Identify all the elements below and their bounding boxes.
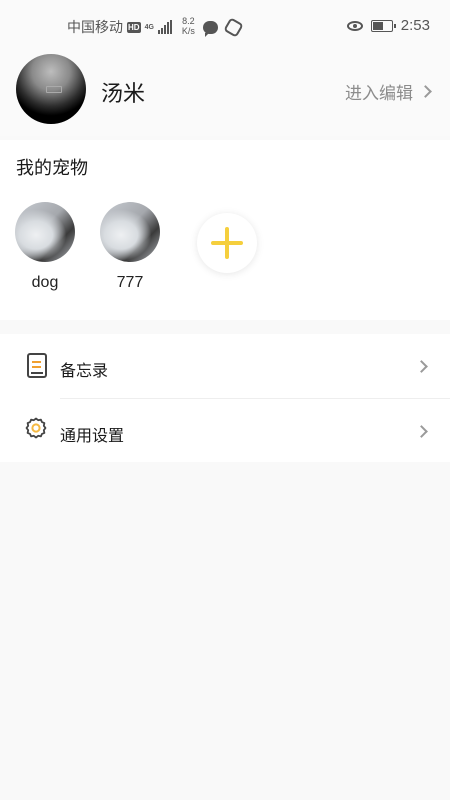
pet-avatar (100, 202, 160, 262)
pet-name: dog (31, 274, 59, 291)
app-icon (223, 16, 244, 38)
signal-icon (157, 20, 172, 34)
message-icon (202, 20, 218, 37)
chevron-right-icon (415, 425, 428, 438)
chevron-right-icon (415, 360, 428, 373)
network-speed: 8.2 K/s (182, 16, 195, 36)
settings-gear-icon (24, 416, 48, 440)
add-pet-button[interactable] (197, 213, 257, 273)
menu-item-label: 通用设置 (60, 428, 125, 445)
avatar[interactable] (16, 54, 86, 124)
edit-profile-label: 进入编辑 (345, 84, 413, 103)
username: 汤米 (101, 81, 146, 106)
memo-icon (27, 353, 47, 378)
menu-item-memo[interactable]: 备忘录 (0, 334, 450, 396)
chevron-right-icon (419, 85, 432, 98)
edit-profile-link[interactable]: 进入编辑 (345, 79, 432, 104)
pet-item-dog[interactable]: dog (14, 202, 76, 292)
network-type: 4G (144, 23, 154, 31)
pet-item-777[interactable]: 777 (99, 202, 161, 292)
carrier-name: 中国移动 (67, 19, 123, 35)
status-bar-right: 2:53 (346, 17, 430, 34)
menu-item-settings[interactable]: 通用设置 (0, 399, 450, 461)
menu-section: 备忘录 通用设置 (0, 334, 450, 462)
pet-name: 777 (116, 274, 144, 291)
hd-badge: HD (127, 21, 141, 33)
status-bar-left: 中国移动 HD 4G 8.2 K/s (67, 16, 244, 38)
menu-item-label: 备忘录 (60, 363, 109, 380)
battery-level (372, 21, 383, 30)
network-speed-value: 8.2 (182, 16, 195, 26)
network-speed-unit: K/s (181, 26, 195, 36)
my-pets-section: 我的宠物 dog 777 (0, 140, 450, 320)
profile-header: 汤米 进入编辑 (0, 52, 450, 136)
battery-icon (370, 19, 396, 32)
eye-icon (346, 20, 363, 31)
pet-avatar (15, 202, 75, 262)
clock: 2:53 (400, 17, 430, 34)
status-bar: 中国移动 HD 4G 8.2 K/s 2:53 (0, 0, 450, 52)
section-title: 我的宠物 (16, 158, 88, 178)
